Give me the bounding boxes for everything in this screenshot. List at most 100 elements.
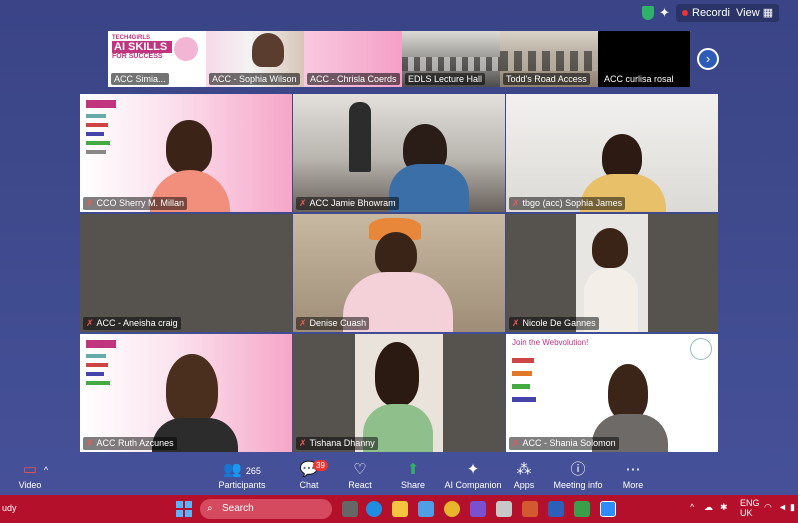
wifi-icon[interactable]: ◠ (764, 502, 772, 513)
muted-icon: ✗ (512, 198, 520, 208)
video-tile[interactable]: ✗ ACC Ruth Azcunes (80, 334, 292, 452)
edge-icon[interactable] (366, 501, 382, 517)
thumbnail-label: EDLS Lecture Hall (405, 73, 486, 85)
cloud-icon[interactable]: ☁ (704, 502, 713, 513)
muted-icon: ✗ (86, 318, 94, 328)
ai-skills-banner: TECH4GIRLS AI SKILLS FOR SUCCESS (112, 35, 172, 63)
share-screen-icon: ⬆ (406, 461, 420, 478)
participant-name-text: CCO Sherry M. Millan (96, 198, 185, 208)
thumbnail-label: ACC - Chrisla Coerds (307, 73, 400, 85)
thumbnail[interactable]: Todd's Road Access (500, 31, 598, 87)
language-label: ENG (740, 498, 760, 508)
video-tile[interactable]: ✗ Denise Cuash (293, 214, 505, 332)
participant-name: ✗ Nicole De Gannes (509, 317, 599, 330)
participant-video (355, 334, 443, 452)
muted-icon: ✗ (86, 438, 94, 448)
meeting-toolbar: ▭ Video ^ 👥 265 Participants 💬 39 Chat ♡ Reac… (0, 460, 798, 494)
sponsor-logos (512, 358, 542, 428)
participant-name: ✗ ACC Jamie Bhowram (296, 197, 399, 210)
more-button[interactable]: ⋯ More (603, 460, 663, 490)
participant-name: ✗ CCO Sherry M. Millan (83, 197, 188, 210)
thumbnail-label: ACC Simia... (111, 73, 169, 85)
participant-name-text: Denise Cuash (309, 318, 367, 328)
shield-icon[interactable] (642, 6, 654, 20)
muted-icon: ✗ (86, 198, 94, 208)
word-icon[interactable] (548, 501, 564, 517)
task-view-icon[interactable] (342, 501, 358, 517)
info-icon: ⓘ (570, 461, 586, 478)
language-indicator[interactable]: ENG UK (740, 498, 760, 518)
chevron-up-icon: ^ (43, 465, 49, 475)
participant-name-text: Tishana Dhanny (309, 438, 375, 448)
volume-icon[interactable]: ◄ (778, 502, 787, 512)
view-label: View (736, 7, 760, 19)
video-tile[interactable]: ✗ ACC Jamie Bhowram (293, 94, 505, 212)
thumbnail-label: ACC - Sophia Wilson (209, 73, 300, 85)
react-label: React (348, 480, 372, 490)
store-icon[interactable] (496, 501, 512, 517)
classroom-video (500, 51, 598, 71)
thumbnail-label: ACC curlisa rosal (601, 73, 677, 85)
thumbnail[interactable]: ACC curlisa rosal (598, 31, 690, 87)
bluetooth-icon[interactable]: ✱ (720, 502, 728, 513)
sponsor-logos (86, 340, 124, 440)
video-options-caret[interactable]: ^ (40, 460, 52, 480)
search-placeholder: Search (222, 503, 254, 514)
video-tile[interactable]: ✗ CCO Sherry M. Millan (80, 94, 292, 212)
video-tile[interactable]: ✗ ACC - Aneisha craig (80, 214, 292, 332)
participant-video (166, 120, 212, 174)
participant-video (608, 364, 648, 420)
participant-name: ✗ Tishana Dhanny (296, 437, 378, 450)
battery-icon[interactable]: ▮ (790, 502, 795, 513)
share-button[interactable]: ⬆ Share (383, 460, 443, 490)
tray-chevron-icon[interactable]: ^ (690, 502, 694, 512)
search-icon: ⌕ (207, 503, 213, 514)
participants-label: Participants (218, 480, 266, 490)
meeting-info-button[interactable]: ⓘ Meeting info (548, 460, 608, 490)
video-tile[interactable]: ✗ tbgo (acc) Sophia James (506, 94, 718, 212)
next-page-button[interactable]: › (697, 48, 719, 70)
thumbnail[interactable]: ACC - Sophia Wilson (206, 31, 304, 87)
zoom-icon[interactable] (600, 501, 616, 517)
more-label: More (622, 480, 644, 490)
thumbnail[interactable]: TECH4GIRLS AI SKILLS FOR SUCCESS ACC Sim… (108, 31, 206, 87)
lecture-hall-video (402, 57, 500, 71)
xbox-icon[interactable] (574, 501, 590, 517)
participant-name: ✗ ACC - Shania Solomon (509, 437, 619, 450)
logo (174, 37, 198, 61)
copilot-icon[interactable] (418, 501, 434, 517)
slide-title: Join the Webvolution! (512, 338, 589, 347)
powerpoint-icon[interactable] (522, 501, 538, 517)
participant-name-text: ACC Jamie Bhowram (309, 198, 396, 208)
thumbnail-label: Todd's Road Access (503, 73, 590, 85)
video-tile[interactable]: ✗ Tishana Dhanny (293, 334, 505, 452)
video-tile[interactable]: ✗ Nicole De Gannes (506, 214, 718, 332)
muted-icon: ✗ (512, 438, 520, 448)
participant-name: ✗ ACC - Aneisha craig (83, 317, 181, 330)
top-bar: ✦ Recording View ▦ (0, 0, 798, 26)
thumbnail[interactable]: ACC - Chrisla Coerds (304, 31, 402, 87)
ai-companion-label: AI Companion (444, 480, 502, 490)
participant-name: ✗ tbgo (acc) Sophia James (509, 197, 626, 210)
search-input[interactable]: ⌕ Search (200, 499, 332, 519)
participant-name-text: ACC - Aneisha craig (96, 318, 178, 328)
apps-button[interactable]: ⁂ Apps (494, 460, 554, 490)
participants-button[interactable]: 👥 265 Participants (212, 460, 272, 490)
participant-video (166, 354, 218, 424)
muted-icon: ✗ (299, 438, 307, 448)
app-icon[interactable] (470, 501, 486, 517)
react-button[interactable]: ♡ React (330, 460, 390, 490)
thumbnail[interactable]: EDLS Lecture Hall (402, 31, 500, 87)
video-tile[interactable]: Join the Webvolution! ✗ ACC - Shania Solo… (506, 334, 718, 452)
video-grid: ✗ CCO Sherry M. Millan ✗ ACC Jamie Bhowram… (80, 94, 718, 452)
sponsor-logos (86, 100, 124, 200)
view-button[interactable]: View ▦ (730, 4, 780, 22)
region-label: UK (740, 508, 753, 518)
participant-video (375, 232, 417, 276)
apps-label: Apps (513, 480, 535, 490)
chrome-icon[interactable] (444, 501, 460, 517)
ai-companion-sparkle-icon[interactable]: ✦ (659, 5, 670, 21)
start-icon[interactable] (176, 501, 192, 517)
file-explorer-icon[interactable] (392, 501, 408, 517)
thumbnail-strip: TECH4GIRLS AI SKILLS FOR SUCCESS ACC Sim… (108, 31, 690, 87)
